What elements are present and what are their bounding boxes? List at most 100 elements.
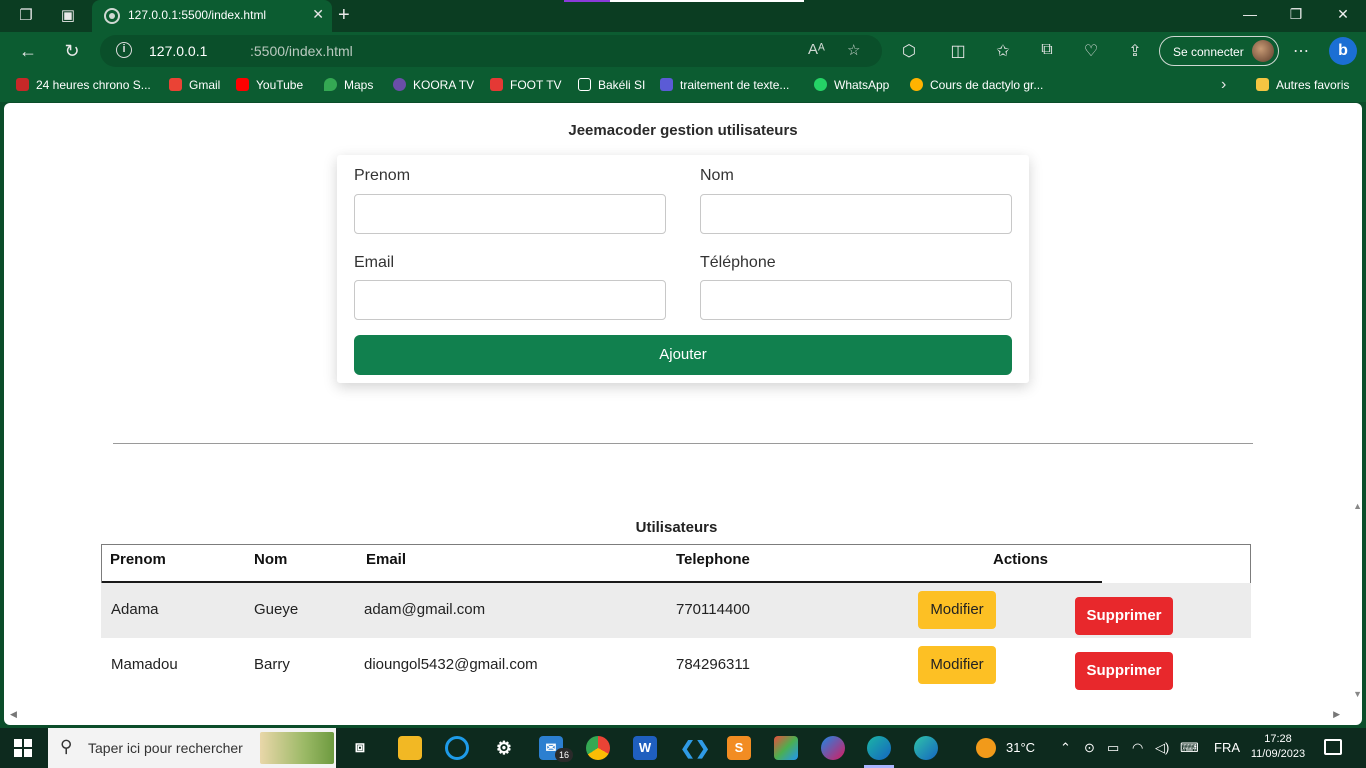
nom-input[interactable] [700,194,1012,234]
cell-email: dioungol5432@gmail.com [364,656,538,673]
bookmark-dactylo[interactable]: Cours de dactylo gr... [910,78,1043,92]
title-accent-strip-purple [564,0,610,2]
delete-button[interactable]: Supprimer [1075,597,1173,635]
weather-icon[interactable] [976,738,996,758]
bookmark-bakeli[interactable]: Bakéli SI [578,78,645,92]
scroll-down-arrow-icon[interactable]: ▼ [1353,689,1362,699]
chrome-icon[interactable] [586,736,610,760]
minimize-icon[interactable]: — [1240,6,1260,22]
bookmark-whatsapp[interactable]: WhatsApp [814,78,889,92]
meet-now-icon[interactable]: ⊙ [1084,740,1095,756]
prenom-input[interactable] [354,194,666,234]
search-placeholder: Taper ici pour rechercher [88,740,243,756]
system-clock[interactable]: 17:28 11/09/2023 [1248,732,1308,762]
clock-time: 17:28 [1264,733,1292,745]
edge-beta-icon[interactable] [914,736,938,760]
th-actions: Actions [993,551,1049,568]
email-input[interactable] [354,280,666,320]
bookmark-traitement-texte[interactable]: traitement de texte... [660,78,789,92]
close-window-icon[interactable]: ✕ [1333,6,1353,23]
cell-prenom: Mamadou [111,656,178,673]
back-icon[interactable]: ← [17,40,39,62]
edit-button[interactable]: Modifier [918,591,996,629]
tab-close-icon[interactable]: ✕ [312,6,324,23]
restore-icon[interactable]: ❐ [1286,6,1306,23]
cell-email: adam@gmail.com [364,601,486,618]
bookmark-icon [16,78,29,91]
file-explorer-icon[interactable] [398,736,422,760]
extensions-icon[interactable]: ⬡ [898,41,920,61]
task-view-icon[interactable]: ⧈ [348,736,372,760]
workspaces-icon[interactable]: ❐ [16,6,36,26]
bookmark-foot-tv[interactable]: FOOT TV [490,78,562,92]
split-screen-icon[interactable]: ◫ [947,41,969,61]
bookmark-24-heures[interactable]: 24 heures chrono S... [16,78,151,92]
performance-icon[interactable]: ♡ [1080,41,1102,61]
add-user-button[interactable]: Ajouter [354,335,1012,375]
windows-start-icon[interactable] [14,739,32,757]
windows-taskbar: ⚲ Taper ici pour rechercher ⧈ ⚙ ✉ 16 W ❮… [0,728,1366,768]
nom-label: Nom [700,167,734,184]
gmail-icon [169,78,182,91]
tab-actions-icon[interactable]: ▣ [58,6,78,26]
browser-nav-bar: ← ↻ i 127.0.0.1 :5500/index.html Aᴬ ☆ ⬡ … [0,32,1366,70]
bookmark-youtube[interactable]: YouTube [236,78,303,92]
settings-gear-icon[interactable]: ⚙ [492,736,516,760]
battery-icon[interactable]: ▭ [1107,740,1119,756]
cortana-icon[interactable] [445,736,469,760]
scroll-left-arrow-icon[interactable]: ◀ [10,709,17,720]
keyboard-icon[interactable]: ⌨ [1180,740,1199,756]
language-indicator[interactable]: FRA [1214,740,1240,755]
collections-icon[interactable]: ⧉ [1036,41,1058,59]
favorite-star-icon[interactable]: ☆ [847,41,860,59]
weather-temperature[interactable]: 31°C [1006,740,1035,755]
cell-telephone: 770114400 [676,601,750,618]
bing-copilot-icon[interactable]: b [1329,37,1357,65]
notification-icon[interactable] [1324,739,1342,755]
site-info-icon[interactable]: i [116,42,132,58]
start-tile [14,749,22,757]
chevron-up-icon[interactable]: ⌃ [1060,740,1071,756]
cell-nom: Barry [254,656,290,673]
foot-tv-icon [490,78,503,91]
bookmark-maps[interactable]: Maps [324,78,373,92]
scroll-right-arrow-icon[interactable]: ▶ [1333,709,1340,720]
refresh-icon[interactable]: ↻ [61,40,83,62]
page-viewport: Jeemacoder gestion utilisateurs Prenom N… [4,103,1362,725]
wifi-icon[interactable]: ◠ [1132,740,1143,756]
users-section-title: Utilisateurs [635,519,718,536]
edge-icon[interactable] [867,736,891,760]
favorites-icon[interactable]: ✩ [992,41,1014,61]
new-tab-button[interactable]: + [338,4,350,27]
tab-active[interactable]: 127.0.0.1:5500/index.html ✕ [92,0,332,32]
edit-button[interactable]: Modifier [918,646,996,684]
start-tile [14,739,22,747]
bookmark-koora-tv[interactable]: KOORA TV [393,78,474,92]
delete-button[interactable]: Supprimer [1075,652,1173,690]
browser-title-bar: ❐ ▣ 127.0.0.1:5500/index.html ✕ + — ❐ ✕ [0,0,1366,32]
sublime-icon[interactable]: S [727,736,751,760]
search-icon: ⚲ [60,737,73,756]
vscode-icon[interactable]: ❮❯ [680,736,710,760]
bookmark-other-favorites[interactable]: Autres favoris [1256,78,1349,92]
more-options-icon[interactable]: ⋯ [1290,41,1312,61]
volume-icon[interactable]: ◁) [1155,740,1169,756]
scroll-up-arrow-icon[interactable]: ▲ [1353,501,1362,511]
telephone-label: Téléphone [700,254,776,271]
telephone-input[interactable] [700,280,1012,320]
chevron-right-icon[interactable]: › [1221,76,1226,94]
word-icon[interactable]: W [633,736,657,760]
address-bar[interactable]: i 127.0.0.1 :5500/index.html Aᴬ ☆ [100,35,882,67]
start-tile [24,739,32,747]
messenger-icon[interactable] [821,736,845,760]
signin-button[interactable]: Se connecter [1159,36,1279,66]
tab-favicon-icon [104,8,120,24]
bookmark-gmail[interactable]: Gmail [169,78,220,92]
table-row: Mamadou Barry dioungol5432@gmail.com 784… [101,638,1251,693]
tab-title: 127.0.0.1:5500/index.html [128,8,267,22]
read-aloud-icon[interactable]: Aᴬ [808,41,825,58]
taskbar-search[interactable]: ⚲ Taper ici pour rechercher [48,728,336,768]
th-prenom: Prenom [110,551,166,568]
share-icon[interactable]: ⇪ [1124,41,1146,61]
git-icon[interactable] [774,736,798,760]
